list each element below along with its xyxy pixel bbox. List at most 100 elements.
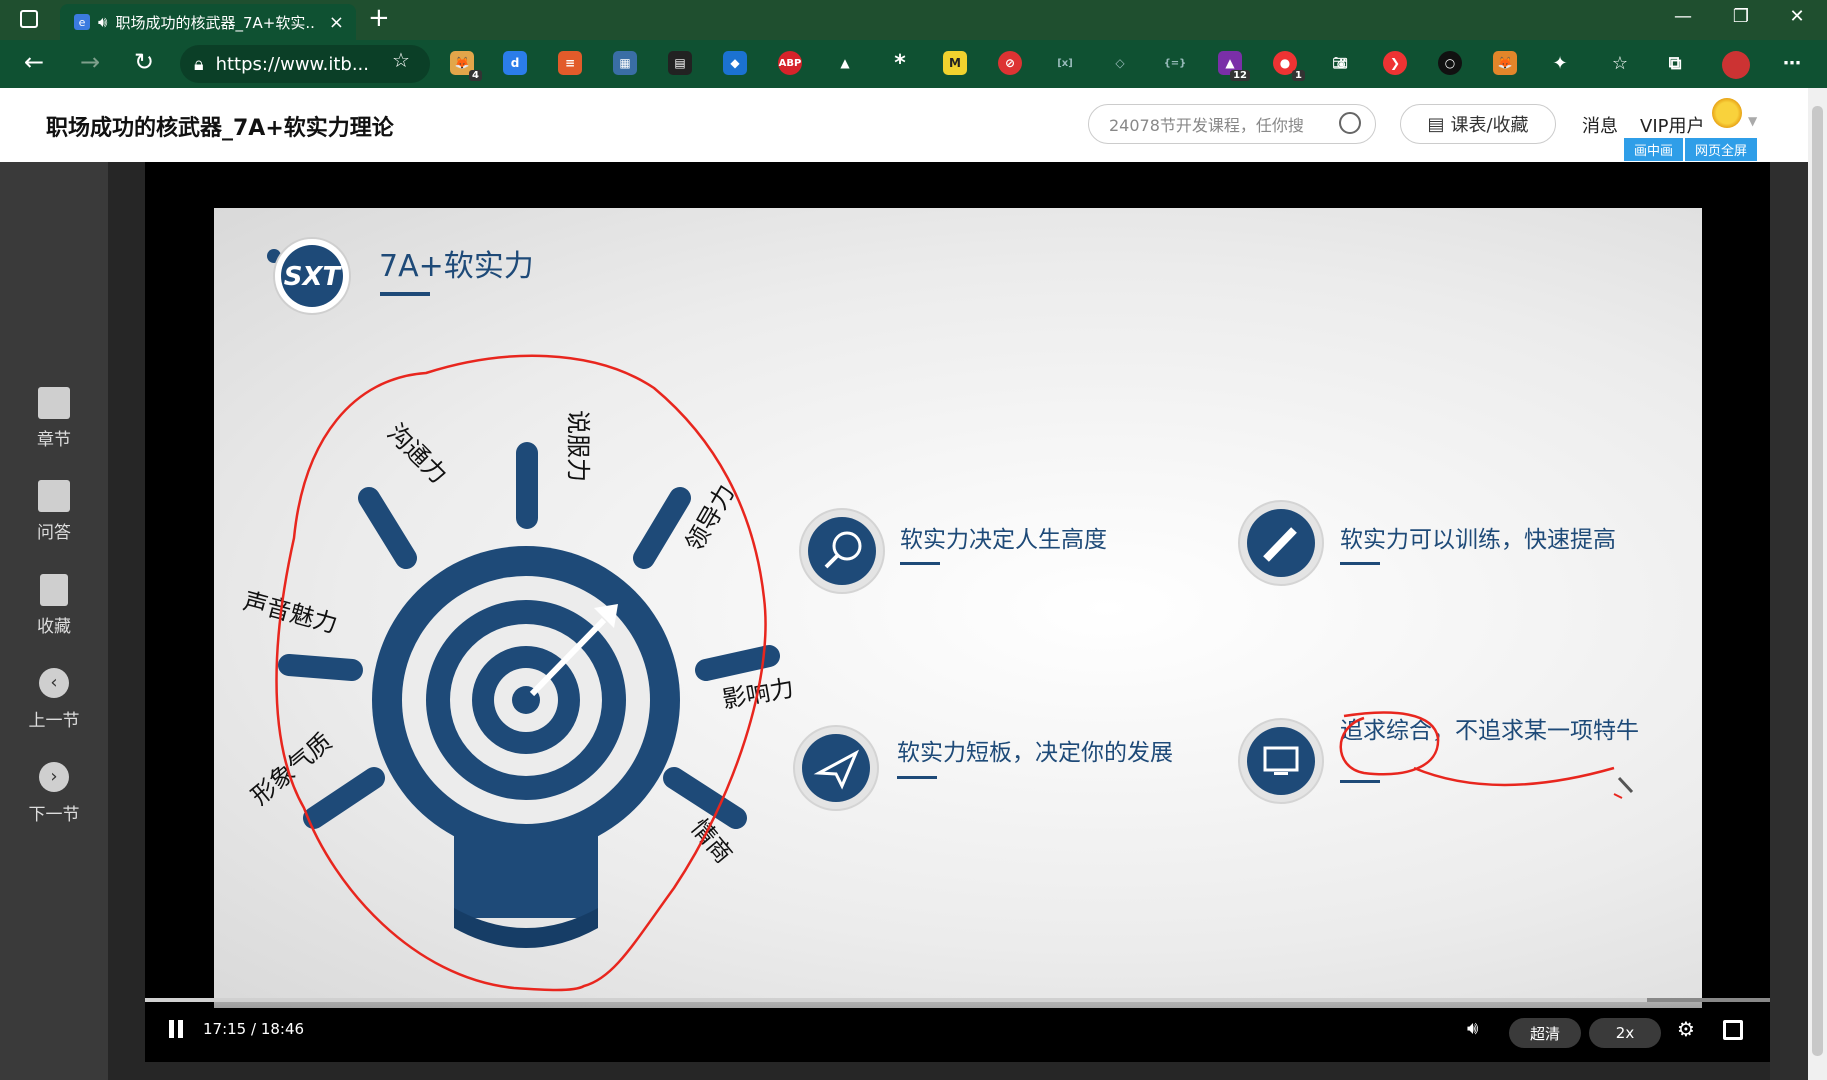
page-scrollbar[interactable] (1808, 88, 1827, 1080)
player-controls: 17:15 / 18:46 🔊︎ 超清 2x ⚙ (145, 998, 1770, 1062)
speaker-icon[interactable]: 🔊︎ (98, 13, 107, 31)
speed-button[interactable]: 2x (1589, 1018, 1661, 1048)
close-window-icon[interactable]: ✕ (1782, 6, 1812, 27)
dropdown-caret-icon[interactable]: ▼ (1748, 114, 1757, 128)
extension-block-icon[interactable]: ⊘ (998, 51, 1022, 75)
lock-icon: 🔒︎ (194, 53, 204, 75)
extension-adblock-icon[interactable]: ABP (778, 51, 802, 75)
add-favorite-icon[interactable]: ☆ (385, 48, 417, 72)
progress-bar[interactable] (145, 998, 1770, 1002)
sidebar-item-chapters[interactable]: 章节 (0, 387, 108, 450)
pause-icon[interactable] (169, 1020, 185, 1040)
sidebar-item-favorites[interactable]: 收藏 (0, 574, 108, 637)
pip-button[interactable]: 画中画 (1624, 138, 1684, 161)
point-text: 软实力决定人生高度 (900, 527, 1107, 553)
bulb-label: 形象气质 (246, 727, 338, 810)
chevron-left-icon: ‹ (39, 668, 69, 698)
course-sidebar: 章节 问答 收藏 ‹ 上一节 › 下一节 (0, 162, 108, 1080)
search-icon[interactable] (1339, 112, 1361, 134)
extension-hat-icon[interactable]: ▲ 12 (1218, 51, 1250, 81)
refresh-icon[interactable]: ↻ (128, 48, 160, 76)
messages-link[interactable]: 消息 (1582, 112, 1618, 138)
url-text: https://www.itb... (215, 53, 369, 75)
extension-camera-icon[interactable]: 📷︎ (1328, 51, 1352, 75)
extension-asterisk-icon[interactable]: * (888, 51, 912, 76)
user-menu[interactable]: VIP用户 (1640, 112, 1704, 138)
volume-icon[interactable]: 🔊︎ (1467, 1018, 1478, 1039)
tab-close-icon[interactable]: × (329, 12, 344, 33)
extension-metamask-icon[interactable]: 🦊 (1493, 51, 1517, 75)
sidebar-item-next-lesson[interactable]: › 下一节 (0, 762, 108, 825)
extension-bracket-icon[interactable]: [x] (1053, 51, 1077, 75)
browser-toolbar: ← → ↻ 🔒︎ https://www.itb... ☆ 🦊 4 d ≡ ▦ ▤… (0, 40, 1827, 88)
extension-d-icon[interactable]: d (503, 51, 527, 75)
point-text: 软实力短板，决定你的发展 (897, 740, 1173, 766)
chevron-right-icon: › (39, 762, 69, 792)
scrollbar-thumb[interactable] (1812, 106, 1823, 1056)
sidebar-item-qa[interactable]: 问答 (0, 480, 108, 543)
extension-fox-icon[interactable]: 🦊 4 (450, 51, 482, 81)
fullscreen-icon[interactable] (1723, 1020, 1743, 1040)
point-text: 软实力可以训练，快速提高 (1340, 527, 1616, 553)
collections-icon[interactable]: ⧉ (1663, 51, 1687, 75)
bulb-label: 沟通力 (382, 418, 453, 489)
active-tab[interactable]: e 🔊︎ 职场成功的核武器_7A+软实... × (60, 4, 356, 40)
extension-calc-icon[interactable]: ▤ (668, 51, 692, 75)
extension-note-icon[interactable]: ≡ (558, 51, 582, 75)
bulb-label: 声音魅力 (240, 587, 340, 639)
extension-red-icon[interactable]: ❯ (1383, 51, 1407, 75)
profile-avatar[interactable] (1722, 51, 1750, 79)
sidebar-item-label: 下一节 (28, 805, 80, 825)
search-input[interactable]: 24078节开发课程，任你搜 (1088, 104, 1376, 144)
extension-gem-icon[interactable]: ◆ (723, 51, 747, 75)
logo-text: SXT (284, 262, 343, 292)
schedule-label: 课表/收藏 (1450, 115, 1529, 136)
slide-drawing: SXT 7A+软实力 沟通力 说服力 领导力 声音魅力 影响力 形象气质 情商 … (240, 237, 1639, 992)
bulb-target (372, 546, 680, 948)
restore-icon[interactable]: ❐ (1726, 6, 1756, 27)
progress-fill (145, 998, 1647, 1002)
sidebar-item-label: 收藏 (37, 617, 71, 637)
slide-heading: 7A+软实力 (379, 249, 534, 284)
back-icon[interactable]: ← (18, 48, 50, 76)
extension-mushroom-icon[interactable]: ● 1 (1273, 51, 1305, 81)
extension-m-icon[interactable]: M (943, 51, 967, 75)
player-mode-buttons: 画中画 网页全屏 (1624, 138, 1758, 161)
site-favicon-icon: e (74, 14, 90, 30)
pen-cursor-icon (1613, 776, 1634, 799)
extension-mountain-icon[interactable]: ▲ (833, 51, 857, 75)
extension-ring-icon[interactable]: ○ (1438, 51, 1462, 75)
annotation-underline (1413, 766, 1615, 787)
sidebar-item-label: 问答 (37, 523, 71, 543)
bookmark-icon (40, 574, 68, 606)
calendar-icon: ▤ (1427, 113, 1445, 135)
list-icon (38, 387, 70, 419)
extension-diamond-icon[interactable]: ◇ (1108, 51, 1132, 75)
slide-frame: SXT 7A+软实力 沟通力 说服力 领导力 声音魅力 影响力 形象气质 情商 … (214, 208, 1702, 1008)
site-header: 职场成功的核武器_7A+软实力理论 24078节开发课程，任你搜 ▤ 课表/收藏… (0, 88, 1808, 162)
bulb-label: 领导力 (680, 480, 740, 556)
more-menu-icon[interactable]: ⋯ (1780, 51, 1804, 75)
time-display: 17:15 / 18:46 (203, 1020, 305, 1038)
sidebar-item-label: 上一节 (28, 711, 80, 731)
quality-button[interactable]: 超清 (1509, 1018, 1581, 1048)
tab-title: 职场成功的核武器_7A+软实... (115, 13, 316, 32)
forward-icon[interactable]: → (74, 48, 106, 76)
favorites-icon[interactable]: ☆ (1608, 51, 1632, 75)
minimize-icon[interactable]: — (1668, 6, 1698, 27)
new-tab-button[interactable]: + (368, 3, 390, 33)
sxt-logo: SXT (267, 237, 351, 315)
settings-icon[interactable]: ⚙ (1677, 1017, 1695, 1041)
extensions-puzzle-icon[interactable]: ✦ (1548, 51, 1572, 75)
web-fullscreen-button[interactable]: 网页全屏 (1685, 138, 1758, 161)
chat-icon (38, 480, 70, 512)
extension-code-icon[interactable]: {=} (1163, 51, 1187, 75)
sidebar-item-prev-lesson[interactable]: ‹ 上一节 (0, 668, 108, 731)
schedule-button[interactable]: ▤ 课表/收藏 (1400, 104, 1556, 144)
tab-actions-icon[interactable] (20, 10, 38, 28)
point-text: 追求综合，不追求某一项特牛 (1340, 718, 1639, 744)
search-placeholder: 24078节开发课程，任你搜 (1109, 116, 1304, 135)
bulb-label: 说服力 (564, 410, 592, 482)
extension-grid-icon[interactable]: ▦ (613, 51, 637, 75)
browser-tab-bar: e 🔊︎ 职场成功的核武器_7A+软实... × + — ❐ ✕ (0, 0, 1827, 40)
